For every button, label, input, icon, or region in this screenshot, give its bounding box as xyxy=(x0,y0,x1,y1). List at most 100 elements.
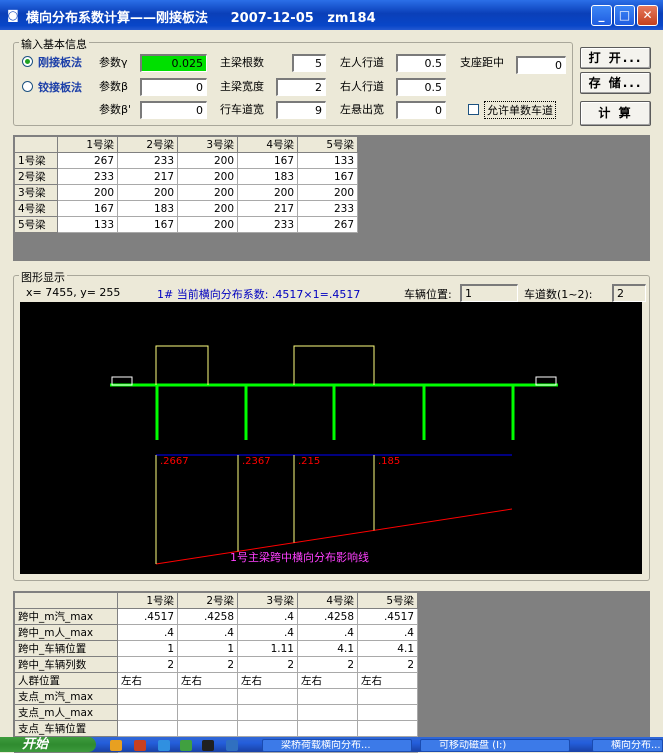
taskbar-item[interactable]: 梁桥荷载横向分布... xyxy=(262,739,412,752)
matrix-cell[interactable]: 233 xyxy=(237,216,298,233)
quicklaunch-icon[interactable] xyxy=(180,740,192,751)
matrix-cell[interactable]: 233 xyxy=(297,200,358,217)
matrix-cell[interactable]: 200 xyxy=(177,200,238,217)
matrix-cell[interactable]: 200 xyxy=(177,184,238,201)
result-cell[interactable]: .4 xyxy=(117,624,178,641)
matrix-cell[interactable]: 233 xyxy=(57,168,118,185)
matrix-cell[interactable]: 267 xyxy=(57,152,118,169)
result-cell[interactable] xyxy=(297,720,358,737)
result-cell[interactable]: 左右 xyxy=(357,672,418,689)
save-button[interactable]: 存 储... xyxy=(580,72,651,94)
hinged-method-label[interactable]: 铰接板法 xyxy=(38,79,82,95)
result-cell[interactable] xyxy=(357,704,418,721)
table-row[interactable]: 支点_m人_max xyxy=(14,704,418,721)
influence-canvas[interactable]: .2667 .2367 .215 .185 1号主梁跨中横向分布影响线 xyxy=(20,302,642,574)
minimize-button[interactable]: _ xyxy=(591,5,612,26)
result-cell[interactable] xyxy=(177,704,238,721)
rigid-method-radio[interactable] xyxy=(22,56,33,67)
result-cell[interactable] xyxy=(117,704,178,721)
result-cell[interactable]: 1.11 xyxy=(237,640,298,657)
matrix-cell[interactable]: 200 xyxy=(177,152,238,169)
matrix-cell[interactable]: 167 xyxy=(297,168,358,185)
matrix-cell[interactable]: 200 xyxy=(297,184,358,201)
param-gamma-field[interactable]: 0.025 xyxy=(140,54,207,72)
taskbar-item[interactable]: 横向分布... xyxy=(592,739,663,752)
table-row[interactable]: 人群位置 左右 左右 左右 左右 左右 xyxy=(14,672,418,689)
matrix-cell[interactable]: 183 xyxy=(117,200,178,217)
result-cell[interactable] xyxy=(297,688,358,705)
table-row[interactable]: 跨中_m人_max .4.4.4.4.4 xyxy=(14,624,418,641)
result-cell[interactable] xyxy=(117,688,178,705)
matrix-cell[interactable]: 200 xyxy=(237,184,298,201)
result-cell[interactable]: 4.1 xyxy=(297,640,358,657)
result-cell[interactable]: .4517 xyxy=(357,608,418,625)
left-sidewalk-field[interactable]: 0.5 xyxy=(396,54,446,72)
matrix-cell[interactable]: 133 xyxy=(57,216,118,233)
matrix-cell[interactable]: 217 xyxy=(117,168,178,185)
table-row[interactable]: 5号梁 133 167 200 233 267 xyxy=(14,216,358,233)
result-cell[interactable] xyxy=(177,688,238,705)
lane-width-field[interactable]: 9 xyxy=(276,101,326,119)
result-cell[interactable]: .4 xyxy=(297,624,358,641)
result-cell[interactable] xyxy=(117,720,178,737)
right-sidewalk-field[interactable]: 0.5 xyxy=(396,78,446,96)
result-cell[interactable]: .4517 xyxy=(117,608,178,625)
girder-count-field[interactable]: 5 xyxy=(292,54,326,72)
matrix-cell[interactable]: 200 xyxy=(177,216,238,233)
matrix-cell[interactable]: 133 xyxy=(297,152,358,169)
girder-width-field[interactable]: 2 xyxy=(276,78,326,96)
close-button[interactable]: ✕ xyxy=(637,5,658,26)
param-beta-field[interactable]: 0 xyxy=(140,78,207,96)
matrix-cell[interactable]: 200 xyxy=(177,168,238,185)
start-button[interactable]: 开始 xyxy=(0,737,96,752)
matrix-cell[interactable]: 233 xyxy=(117,152,178,169)
result-cell[interactable]: .4 xyxy=(357,624,418,641)
table-row[interactable]: 支点_m汽_max xyxy=(14,688,418,705)
matrix-cell[interactable]: 200 xyxy=(57,184,118,201)
matrix-cell[interactable]: 217 xyxy=(237,200,298,217)
result-cell[interactable]: 左右 xyxy=(117,672,178,689)
compute-button[interactable]: 计 算 xyxy=(580,101,651,126)
result-cell[interactable] xyxy=(177,720,238,737)
result-cell[interactable]: 2 xyxy=(297,656,358,673)
matrix-table[interactable]: 1号梁 2号梁 3号梁 4号梁 5号梁 1号梁 267 233 200 167 133 2号梁 233 2… xyxy=(14,136,358,233)
quicklaunch-icon[interactable] xyxy=(158,740,170,751)
table-row[interactable]: 跨中_m汽_max .4517.4258.4.4258.4517 xyxy=(14,608,418,625)
table-row[interactable]: 2号梁 233 217 200 183 167 xyxy=(14,168,358,185)
open-button[interactable]: 打 开... xyxy=(580,47,651,69)
result-cell[interactable]: .4 xyxy=(237,608,298,625)
maximize-button[interactable]: □ xyxy=(614,5,635,26)
result-cell[interactable] xyxy=(237,704,298,721)
result-cell[interactable] xyxy=(237,720,298,737)
quicklaunch-icon[interactable] xyxy=(134,740,146,751)
quicklaunch-icon[interactable] xyxy=(110,740,122,751)
table-row[interactable]: 1号梁 267 233 200 167 133 xyxy=(14,152,358,169)
quicklaunch-icon[interactable] xyxy=(202,740,214,751)
matrix-cell[interactable]: 183 xyxy=(237,168,298,185)
table-row[interactable]: 跨中_车辆位置 1 1 1.11 4.1 4.1 xyxy=(14,640,418,657)
matrix-cell[interactable]: 167 xyxy=(117,216,178,233)
matrix-cell[interactable]: 167 xyxy=(57,200,118,217)
result-cell[interactable]: 4.1 xyxy=(357,640,418,657)
result-cell[interactable]: .4258 xyxy=(177,608,238,625)
result-cell[interactable]: .4 xyxy=(177,624,238,641)
table-row[interactable]: 4号梁 167 183 200 217 233 xyxy=(14,200,358,217)
result-cell[interactable]: 左右 xyxy=(237,672,298,689)
param-beta-prime-field[interactable]: 0 xyxy=(140,101,207,119)
table-row[interactable]: 跨中_车辆列数 2 2 2 2 2 xyxy=(14,656,418,673)
allow-single-lane-checkbox[interactable] xyxy=(468,104,479,115)
result-cell[interactable]: 2 xyxy=(357,656,418,673)
result-cell[interactable] xyxy=(357,688,418,705)
taskbar-item[interactable]: 可移动磁盘 (I:) xyxy=(420,739,570,752)
result-cell[interactable]: 2 xyxy=(237,656,298,673)
matrix-cell[interactable]: 167 xyxy=(237,152,298,169)
quicklaunch-icon[interactable] xyxy=(226,740,238,751)
table-row[interactable]: 支点_车辆位置 xyxy=(14,720,418,737)
result-table[interactable]: 1号梁 2号梁 3号梁 4号梁 5号梁 跨中_m汽_max .4517.4258.4.425… xyxy=(14,592,418,753)
result-cell[interactable]: 2 xyxy=(177,656,238,673)
result-cell[interactable]: 1 xyxy=(117,640,178,657)
rigid-method-label[interactable]: 刚接板法 xyxy=(38,54,82,70)
result-cell[interactable]: .4258 xyxy=(297,608,358,625)
result-cell[interactable]: 左右 xyxy=(177,672,238,689)
result-cell[interactable] xyxy=(357,720,418,737)
